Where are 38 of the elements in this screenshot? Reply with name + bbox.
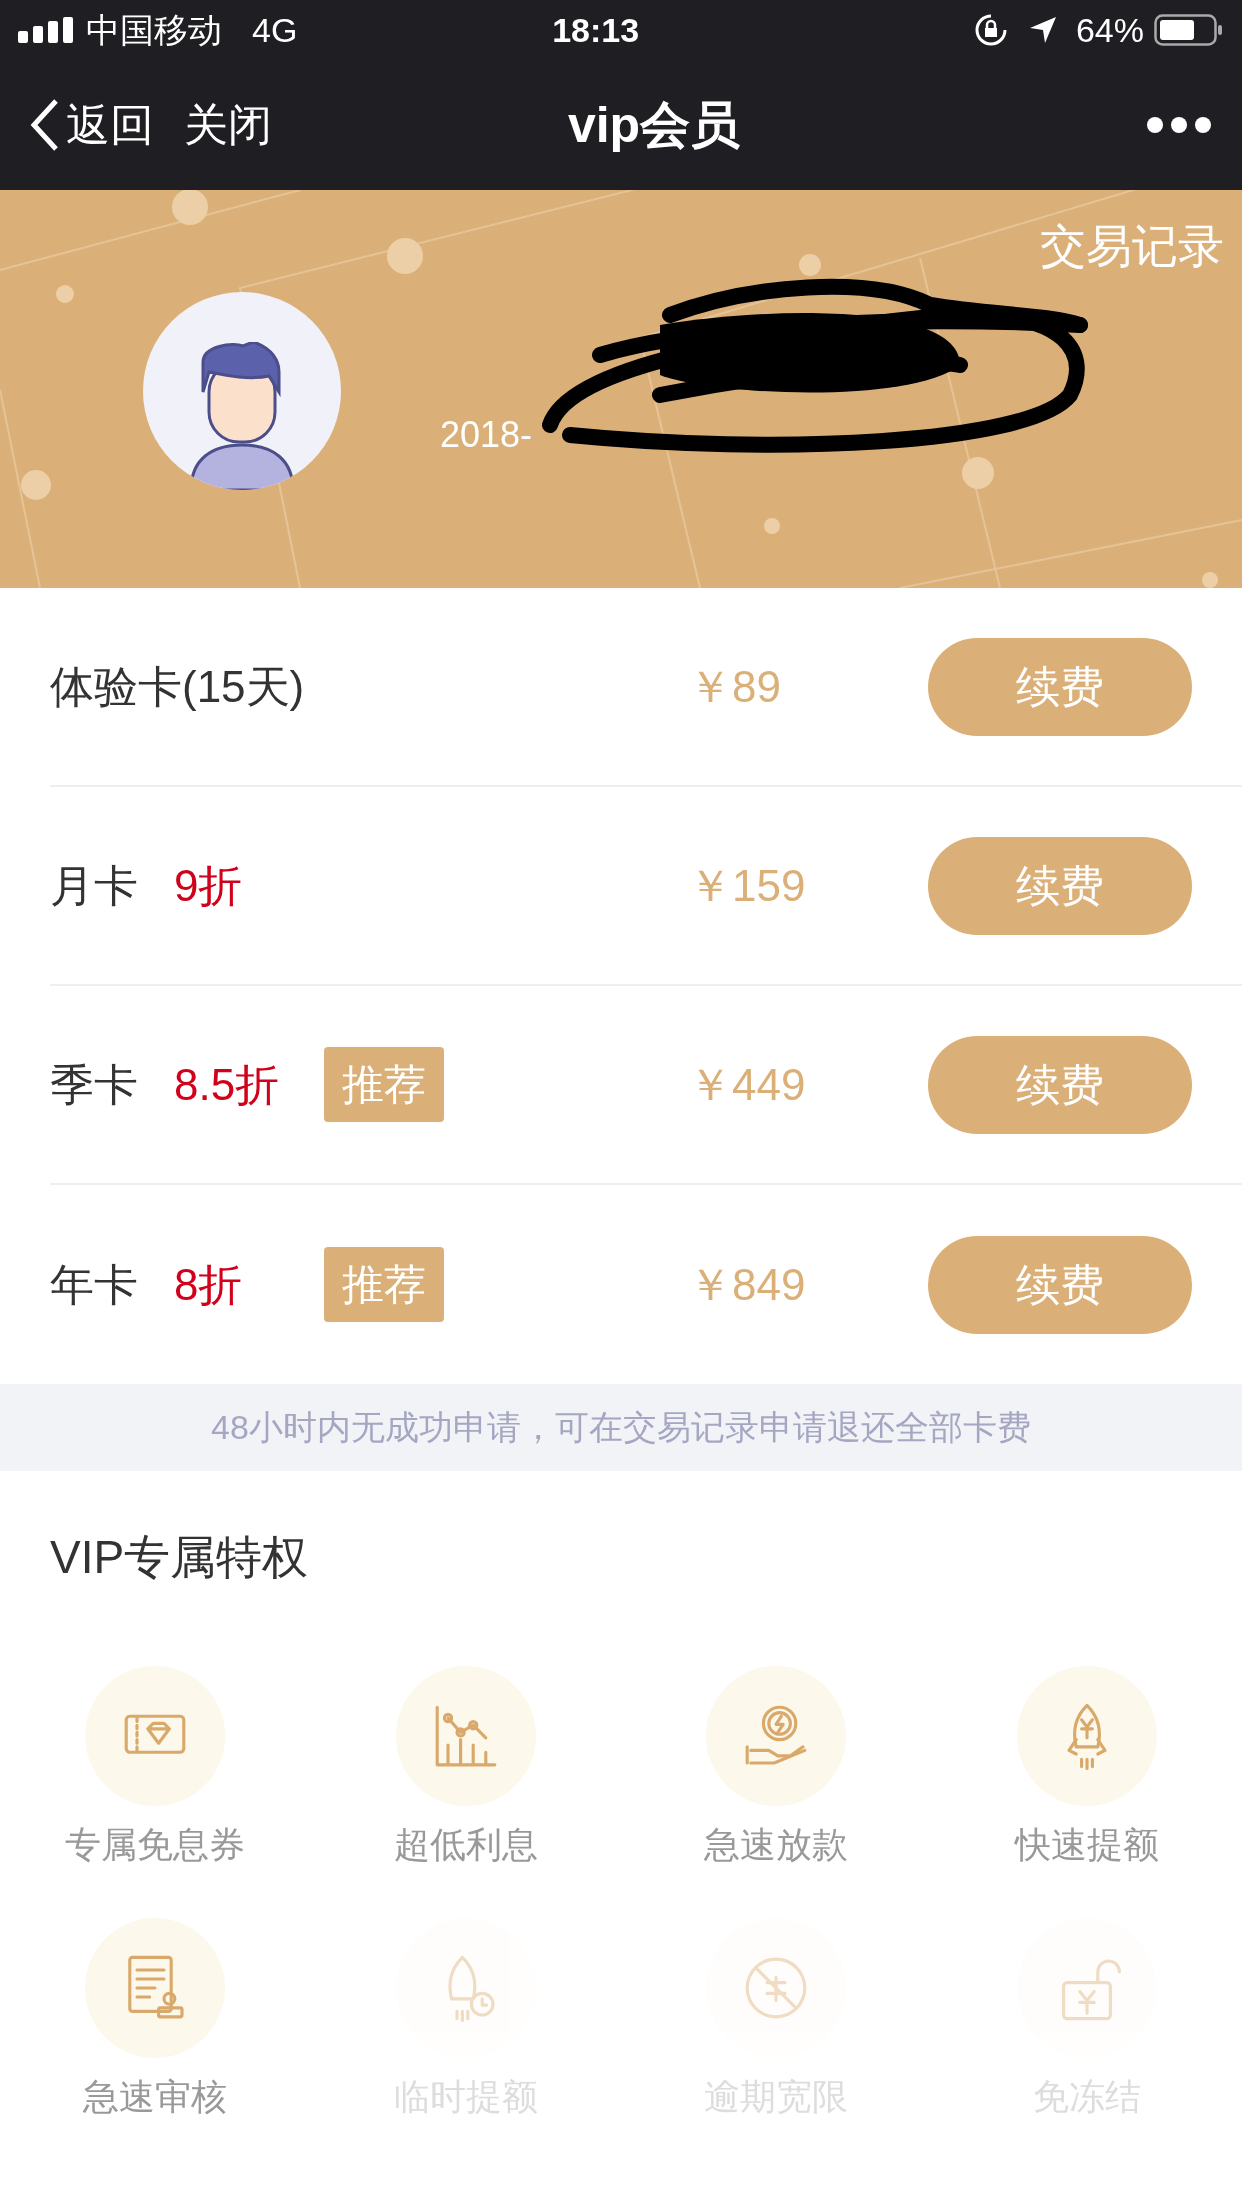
perk-label: 超低利息 — [393, 1823, 538, 1867]
clock-time: 18:13 — [551, 9, 641, 51]
perk-label: 专属免息券 — [65, 1823, 246, 1867]
join-date: 2018- — [440, 413, 533, 457]
battery-icon — [1154, 14, 1224, 46]
section-title: VIP专属特权 — [50, 1530, 310, 1585]
plan-price: ￥159 — [688, 859, 807, 912]
carrier-name: 中国移动 — [86, 9, 222, 51]
more-icon[interactable] — [1146, 116, 1212, 134]
renew-button[interactable]: 续费 — [928, 637, 1192, 736]
close-button[interactable]: 关闭 — [184, 92, 272, 158]
plan-name: 年卡 — [50, 1258, 138, 1311]
renew-button[interactable]: 续费 — [928, 1235, 1192, 1334]
network-type: 4G — [252, 9, 298, 51]
discount-label: 9折 — [174, 859, 244, 912]
back-button[interactable]: 返回 — [30, 92, 154, 158]
plan-price: ￥449 — [688, 1058, 807, 1111]
plan-name: 体验卡(15天) — [50, 660, 305, 713]
perk-label: 快速提额 — [1014, 1823, 1159, 1867]
recommended-tag: 推荐 — [324, 1047, 444, 1122]
plan-name: 季卡 — [50, 1058, 138, 1111]
plan-price: ￥89 — [688, 660, 782, 713]
discount-label: 8.5折 — [174, 1058, 281, 1111]
perk-label: 急速审核 — [83, 2075, 228, 2119]
refund-notice: 48小时内无成功申请，可在交易记录申请退还全部卡费 — [211, 1407, 1031, 1448]
recommended-tag: 推荐 — [324, 1247, 444, 1322]
chevron-left-icon — [30, 97, 60, 153]
transaction-records-link[interactable]: 交易记录 — [1040, 212, 1224, 281]
plan-name: 月卡 — [50, 859, 138, 912]
perk-label: 急速放款 — [704, 1823, 849, 1867]
renew-button[interactable]: 续费 — [928, 836, 1192, 935]
page-title: vip会员 — [566, 95, 742, 155]
discount-label: 8折 — [174, 1258, 244, 1311]
plan-price: ￥849 — [688, 1258, 807, 1311]
battery-percent: 64% — [1075, 9, 1144, 51]
renew-button[interactable]: 续费 — [928, 1035, 1192, 1134]
signal-icon — [18, 17, 76, 43]
rotation-lock-icon — [973, 13, 1008, 47]
